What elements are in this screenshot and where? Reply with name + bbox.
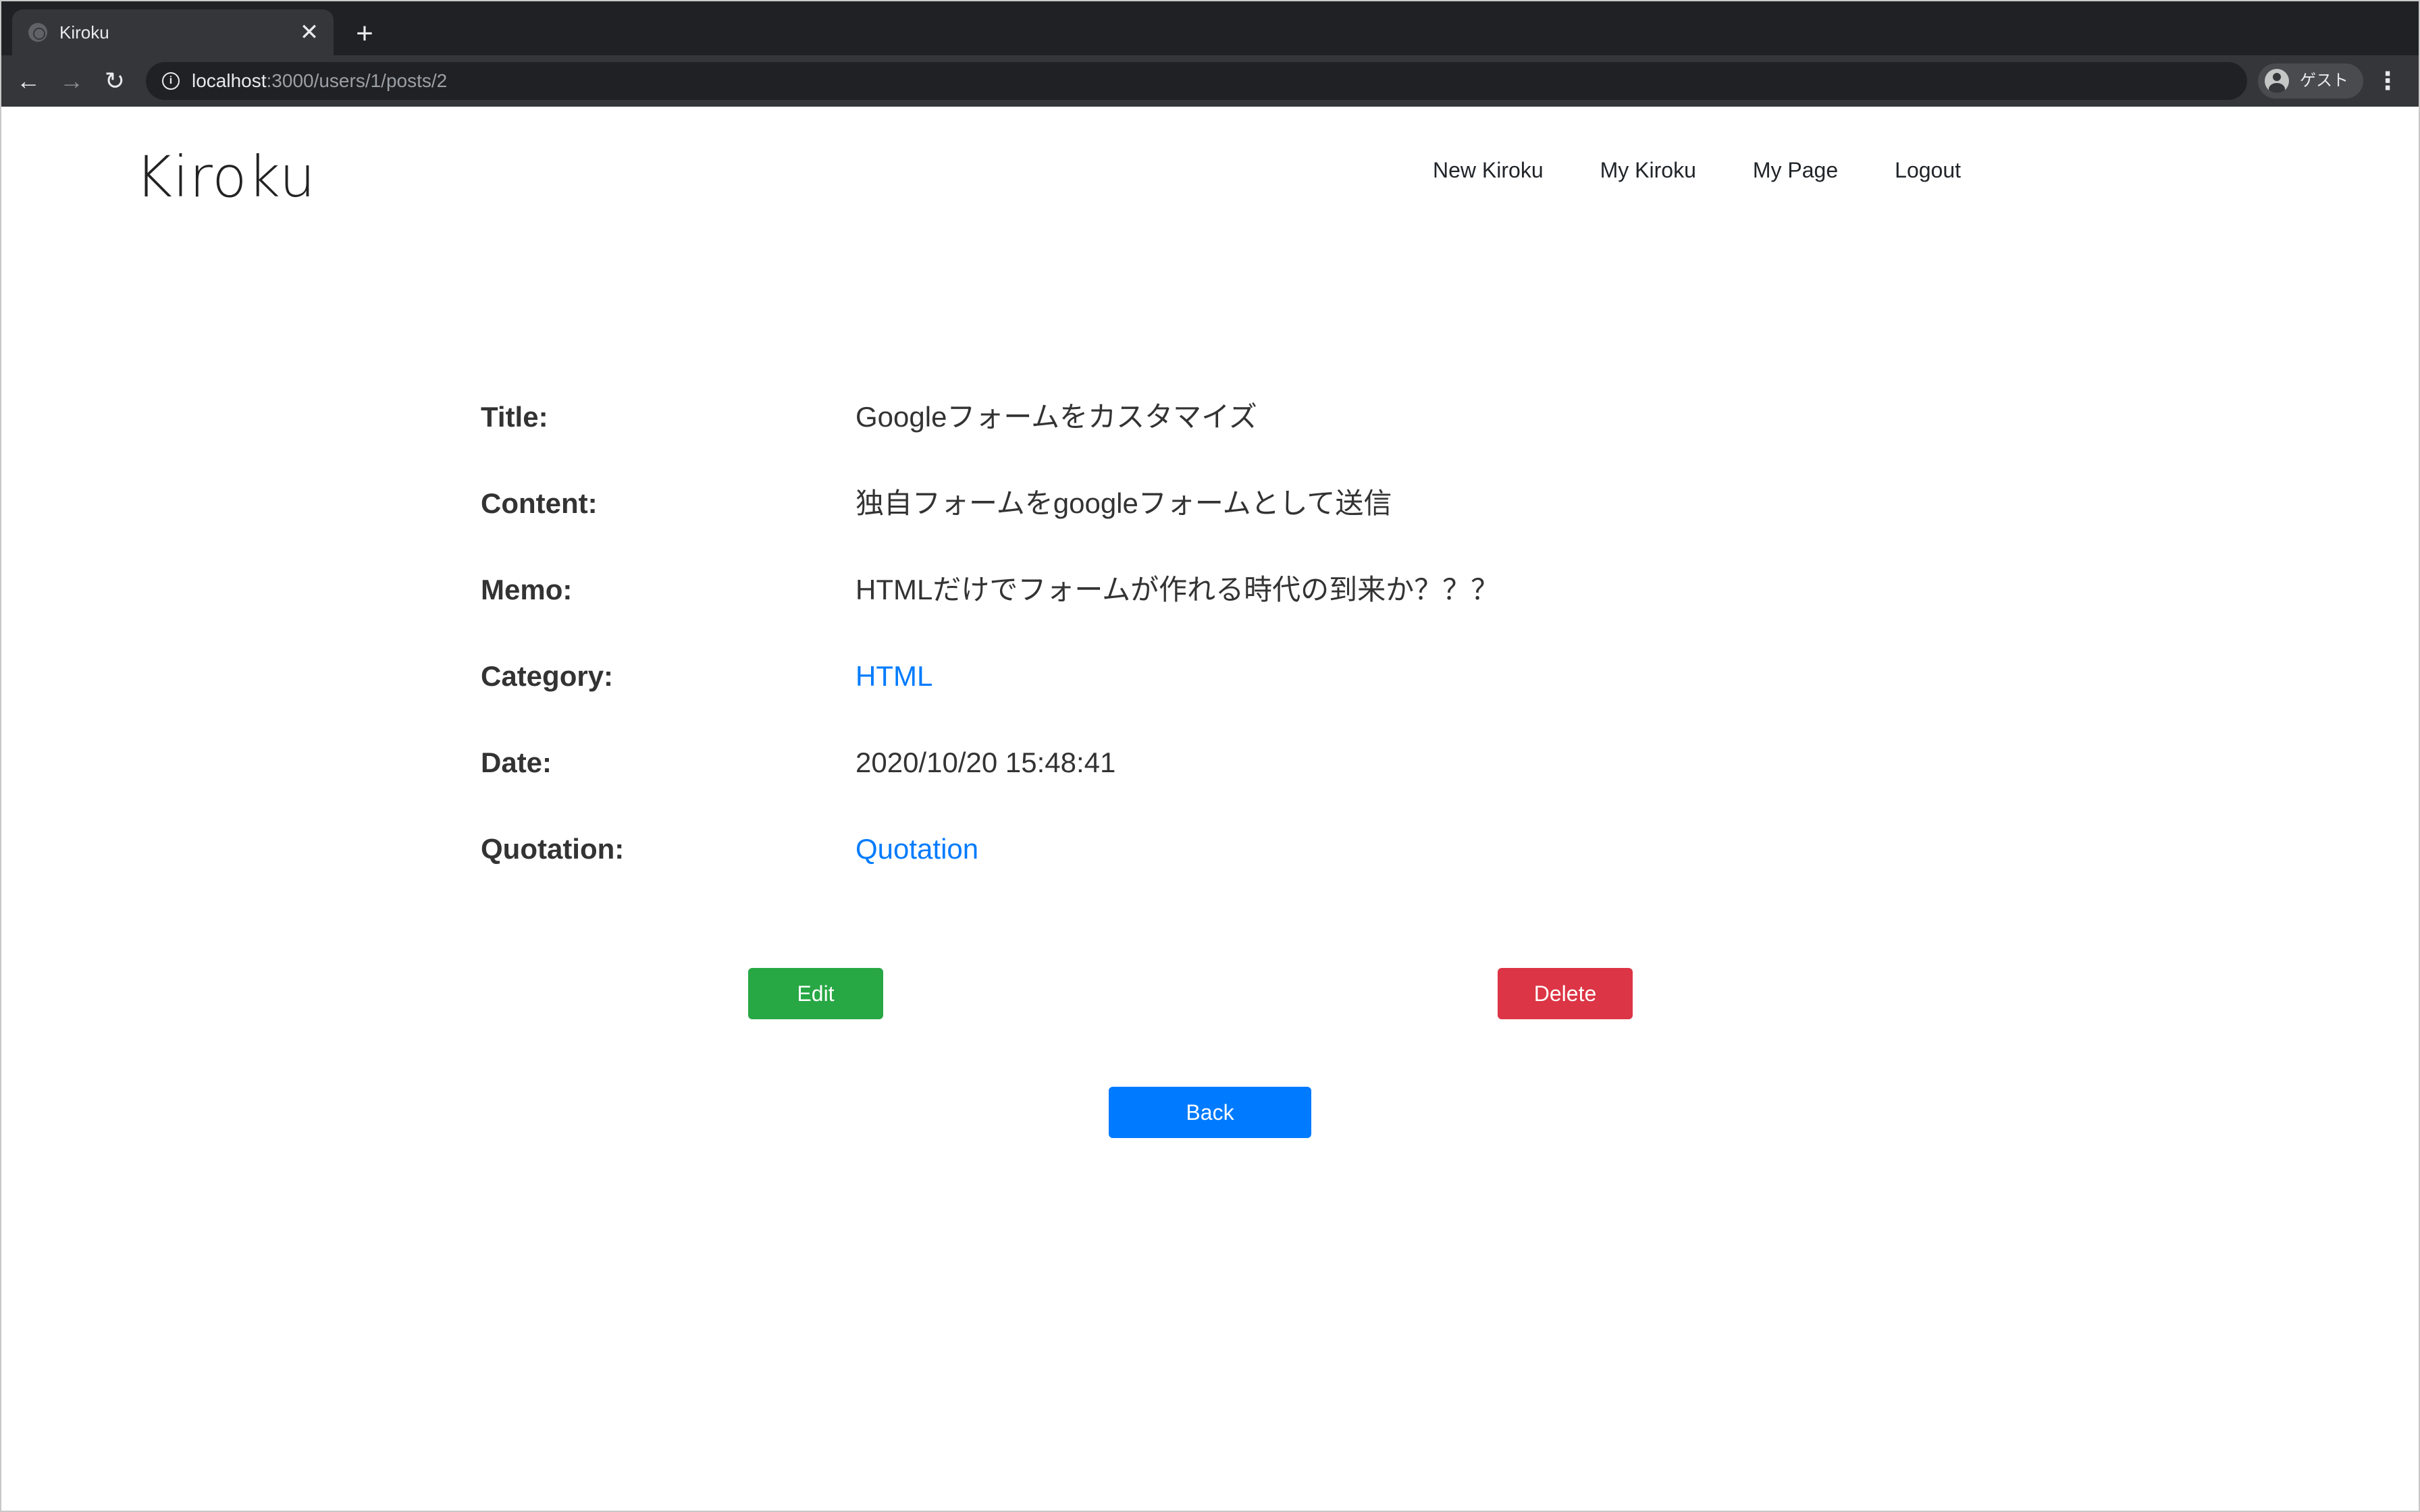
detail-row-memo: Memo: HTMLだけでフォームが作れる時代の到来か？？？ — [481, 568, 1561, 612]
profile-button[interactable]: ゲスト — [2258, 63, 2363, 99]
new-tab-button[interactable]: + — [347, 18, 382, 50]
more-menu-icon[interactable]: ⋮ — [2374, 65, 2401, 97]
brand-logo[interactable]: Kiroku — [135, 143, 316, 211]
edit-button[interactable]: Edit — [748, 968, 883, 1019]
url-text[interactable]: localhost:3000/users/1/posts/2 — [192, 70, 447, 92]
info-icon[interactable]: i — [162, 72, 180, 90]
url-path: :3000/users/1/posts/2 — [266, 70, 448, 91]
quotation-label: Quotation: — [481, 833, 625, 865]
detail-row-quotation: Quotation: Quotation — [481, 828, 1561, 871]
top-nav: New Kiroku My Kiroku My Page Logout — [1404, 150, 1989, 190]
back-button[interactable]: Back — [1109, 1087, 1311, 1138]
back-arrow-icon[interactable]: ← — [12, 65, 45, 97]
content-label: Content: — [481, 487, 598, 519]
reload-icon[interactable]: ↻ — [99, 65, 131, 97]
url-host: localhost — [192, 70, 267, 91]
category-link[interactable]: HTML — [856, 655, 932, 698]
category-label: Category: — [481, 660, 614, 692]
page-content: Kiroku New Kiroku My Kiroku My Page Logo… — [0, 107, 2420, 1512]
tab-title: Kiroku — [59, 22, 109, 43]
globe-icon — [28, 23, 47, 42]
close-tab-icon[interactable]: ✕ — [296, 19, 323, 46]
title-label: Title: — [481, 401, 548, 433]
nav-my-page[interactable]: My Page — [1725, 150, 1866, 190]
detail-row-title: Title: Googleフォームをカスタマイズ — [481, 396, 1561, 439]
browser-tab[interactable]: Kiroku ✕ — [12, 9, 334, 55]
browser-tab-strip: Kiroku ✕ + — [0, 0, 2420, 55]
memo-label: Memo: — [481, 574, 573, 605]
avatar-icon — [2265, 69, 2289, 93]
nav-logout[interactable]: Logout — [1866, 150, 1989, 190]
detail-row-category: Category: HTML — [481, 655, 1561, 698]
quotation-link[interactable]: Quotation — [856, 828, 978, 871]
forward-arrow-icon[interactable]: → — [55, 65, 88, 97]
date-label: Date: — [481, 747, 552, 778]
memo-value: HTMLだけでフォームが作れる時代の到来か？？？ — [856, 574, 1500, 605]
browser-toolbar: ← → ↻ i localhost:3000/users/1/posts/2 ゲ… — [0, 55, 2420, 107]
detail-row-date: Date: 2020/10/20 15:48:41 — [481, 741, 1561, 784]
nav-my-kiroku[interactable]: My Kiroku — [1572, 150, 1725, 190]
delete-button[interactable]: Delete — [1498, 968, 1633, 1019]
title-value: Googleフォームをカスタマイズ — [856, 401, 1257, 433]
address-bar[interactable]: i localhost:3000/users/1/posts/2 — [146, 62, 2247, 100]
profile-label: ゲスト — [2300, 72, 2348, 90]
date-value: 2020/10/20 15:48:41 — [856, 747, 1116, 778]
content-value: 独自フォームをgoogleフォームとして送信 — [856, 487, 1392, 519]
detail-row-content: Content: 独自フォームをgoogleフォームとして送信 — [481, 482, 1561, 525]
nav-new-kiroku[interactable]: New Kiroku — [1404, 150, 1572, 190]
